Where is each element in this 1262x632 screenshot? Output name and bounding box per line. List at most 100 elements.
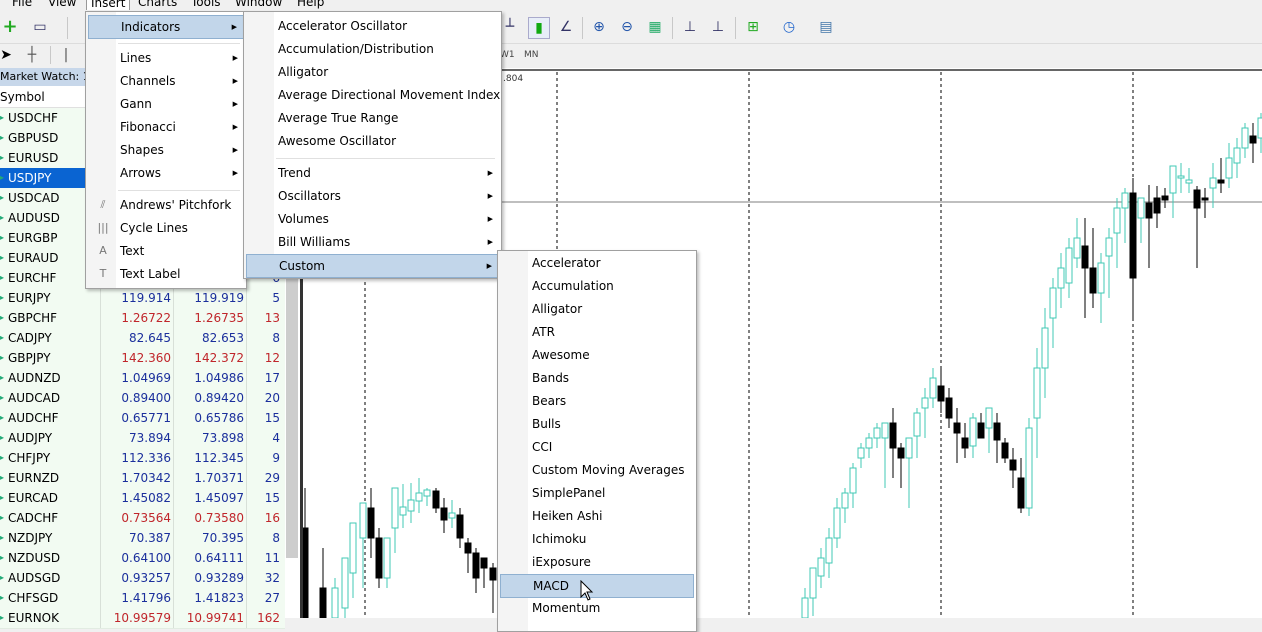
vertical-line-icon[interactable]: | <box>56 45 76 65</box>
menu-view[interactable]: View <box>44 0 80 10</box>
market-watch-row[interactable]: ▸ CADJPY 82.645 82.653 8 <box>0 328 285 349</box>
menu-item-fibonacci[interactable]: Fibonacci ▶ <box>88 116 244 138</box>
market-watch-row[interactable]: ▸ AUDNZD 1.04969 1.04986 17 <box>0 368 285 389</box>
mouse-cursor-icon <box>580 580 594 601</box>
menu-item-alligator[interactable]: Alligator <box>500 298 694 320</box>
menu-item-accumulation-distribution[interactable]: Accumulation/Distribution <box>246 38 499 60</box>
candle-body <box>1193 189 1201 209</box>
menu-item-iexposure[interactable]: iExposure <box>500 551 694 573</box>
market-watch-row[interactable]: ▸ CHFJPY 112.336 112.345 9 <box>0 448 285 469</box>
menu-item-average-true-range[interactable]: Average True Range <box>246 107 499 129</box>
ask-price: 73.898 <box>173 428 244 448</box>
menu-file[interactable]: File <box>8 0 36 10</box>
profiles-icon[interactable]: ▭ <box>30 17 50 37</box>
market-watch-row[interactable]: ▸ EURNOK 10.99579 10.99741 162 <box>0 608 285 629</box>
line-chart-icon[interactable]: ∠ <box>556 17 576 37</box>
menu-item-shapes[interactable]: Shapes ▶ <box>88 139 244 161</box>
menu-item-macd[interactable]: MACD <box>500 574 694 598</box>
crosshair-icon[interactable]: ┼ <box>22 45 42 65</box>
market-watch-row[interactable]: ▸ NZDJPY 70.387 70.395 8 <box>0 528 285 549</box>
timeframe-mn[interactable]: MN <box>524 50 539 60</box>
menu-item-oscillators[interactable]: Oscillators ▶ <box>246 185 499 207</box>
menu-item-volumes[interactable]: Volumes ▶ <box>246 208 499 230</box>
templates-icon[interactable]: ▤ <box>816 17 836 37</box>
menu-item-alligator[interactable]: Alligator <box>246 61 499 83</box>
menu-item-lines[interactable]: Lines ▶ <box>88 47 244 69</box>
market-watch-row[interactable]: ▸ GBPJPY 142.360 142.372 12 <box>0 348 285 369</box>
market-watch-row[interactable]: ▸ NZDUSD 0.64100 0.64111 11 <box>0 548 285 569</box>
market-watch-row[interactable]: ▸ CADCHF 0.73564 0.73580 16 <box>0 508 285 529</box>
menu-window[interactable]: Window <box>231 0 286 10</box>
market-watch-row[interactable]: ▸ EURNZD 1.70342 1.70371 29 <box>0 468 285 489</box>
market-watch-row[interactable]: ▸ AUDCAD 0.89400 0.89420 20 <box>0 388 285 409</box>
menu-item-bears[interactable]: Bears <box>500 390 694 412</box>
menu-insert[interactable]: Insert <box>86 0 131 10</box>
menu-item-momentum[interactable]: Momentum <box>500 597 694 619</box>
menu-item-atr[interactable]: ATR <box>500 321 694 343</box>
market-watch-row[interactable]: ▸ GBPCHF 1.26722 1.26735 13 <box>0 308 285 329</box>
menu-item-cycle-lines[interactable]: ||| Cycle Lines <box>88 217 244 239</box>
menu-item-ichimoku[interactable]: Ichimoku <box>500 528 694 550</box>
candle-body <box>1217 179 1225 184</box>
candle-body <box>913 412 921 437</box>
menu-separator <box>118 189 240 191</box>
chart-shift-icon[interactable]: ⊥ <box>680 17 700 37</box>
menu-charts[interactable]: Charts <box>134 0 181 10</box>
menu-item-arrows[interactable]: Arrows ▶ <box>88 162 244 184</box>
timeframe-w1[interactable]: W1 <box>500 50 515 60</box>
candle-body <box>849 467 857 494</box>
market-watch-row[interactable]: ▸ CHFSGD 1.41796 1.41823 27 <box>0 588 285 609</box>
menu-item-bands[interactable]: Bands <box>500 367 694 389</box>
scrollbar-thumb[interactable] <box>286 248 298 558</box>
menu-item-channels[interactable]: Channels ▶ <box>88 70 244 92</box>
menu-item-custom[interactable]: Custom ▶ <box>246 254 499 278</box>
menu-item-bulls[interactable]: Bulls <box>500 413 694 435</box>
autoscroll-icon[interactable]: ⊥ <box>708 17 728 37</box>
menu-item-text[interactable]: A Text <box>88 240 244 262</box>
menu-item-bill-williams[interactable]: Bill Williams ▶ <box>246 231 499 253</box>
menu-item-gann[interactable]: Gann ▶ <box>88 93 244 115</box>
tile-windows-icon[interactable]: ▦ <box>645 17 665 37</box>
market-watch-row[interactable]: ▸ AUDCHF 0.65771 0.65786 15 <box>0 408 285 429</box>
spread-value: 13 <box>246 308 280 328</box>
menu-help[interactable]: Help <box>293 0 328 10</box>
menu-item-custom-moving-averages[interactable]: Custom Moving Averages <box>500 459 694 481</box>
market-watch-row[interactable]: ▸ EURJPY 119.914 119.919 5 <box>0 288 285 309</box>
menu-item-accelerator[interactable]: Accelerator <box>500 252 694 274</box>
menu-item-label: Custom <box>279 259 325 273</box>
menu-item-label: Accumulation <box>532 279 614 293</box>
menu-item-andrews-pitchfork[interactable]: ⫽ Andrews' Pitchfork <box>88 194 244 216</box>
menu-item-awesome[interactable]: Awesome <box>500 344 694 366</box>
zoom-in-icon[interactable]: ⊕ <box>589 17 609 37</box>
candle-body <box>961 437 969 449</box>
new-chart-icon[interactable]: + <box>0 17 20 37</box>
column-header-symbol[interactable]: Symbol <box>0 90 45 104</box>
menu-item-accelerator-oscillator[interactable]: Accelerator Oscillator <box>246 15 499 37</box>
candle-body <box>825 537 833 564</box>
market-watch-row[interactable]: ▸ EURCAD 1.45082 1.45097 15 <box>0 488 285 509</box>
menu-item-awesome-oscillator[interactable]: Awesome Oscillator <box>246 130 499 152</box>
menu-item-heiken-ashi[interactable]: Heiken Ashi <box>500 505 694 527</box>
menu-item-text-label[interactable]: T Text Label <box>88 263 244 285</box>
candlestick-icon[interactable]: ▮ <box>528 17 550 39</box>
submenu-arrow-icon: ▶ <box>487 169 493 177</box>
market-watch-row[interactable]: ▸ AUDJPY 73.894 73.898 4 <box>0 428 285 449</box>
periods-icon[interactable]: ◷ <box>779 17 799 37</box>
zoom-out-icon[interactable]: ⊖ <box>617 17 637 37</box>
menu-tools[interactable]: Tools <box>187 0 225 10</box>
candle-body <box>889 422 897 449</box>
menu-item-trend[interactable]: Trend ▶ <box>246 162 499 184</box>
market-watch-row[interactable]: ▸ AUDSGD 0.93257 0.93289 32 <box>0 568 285 589</box>
spread-value: 32 <box>246 568 280 588</box>
candle-body <box>464 542 472 554</box>
bar-chart-icon[interactable]: ┴ <box>500 17 520 37</box>
menu-item-accumulation[interactable]: Accumulation <box>500 275 694 297</box>
cursor-arrow-icon[interactable]: ➤ <box>0 45 16 65</box>
menu-item-simplepanel[interactable]: SimplePanel <box>500 482 694 504</box>
indicators-icon[interactable]: ⊞ <box>743 17 763 37</box>
symbol-name: AUDSGD <box>8 571 61 585</box>
menu-item-average-directional-movement-index[interactable]: Average Directional Movement Index <box>246 84 500 106</box>
ask-price: 142.372 <box>173 348 244 368</box>
menu-item-cci[interactable]: CCI <box>500 436 694 458</box>
menu-item-indicators[interactable]: Indicators ▶ <box>88 15 244 39</box>
